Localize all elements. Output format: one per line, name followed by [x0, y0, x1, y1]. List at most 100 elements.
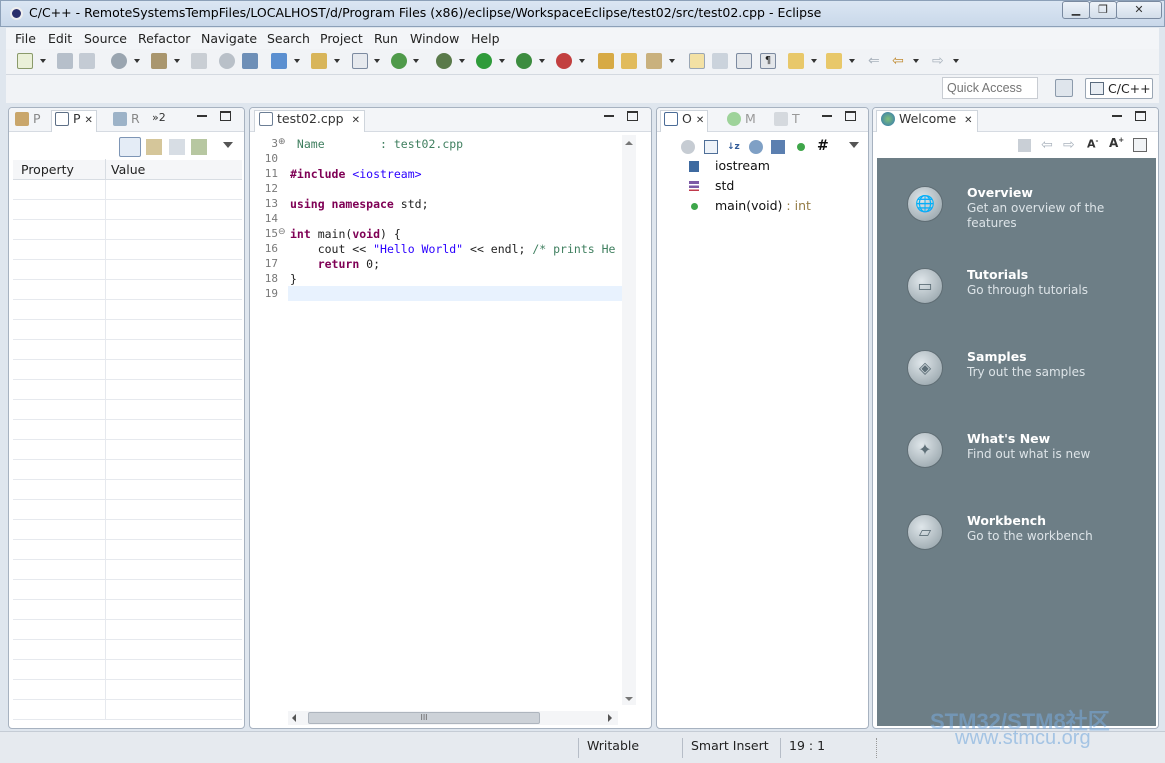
scroll-left-icon[interactable]: [292, 714, 296, 722]
minimize-button[interactable]: ▁: [1062, 1, 1090, 19]
welcome-link[interactable]: 🌐 Overview Get an overview of the features: [907, 185, 1147, 236]
fold-toggle-icon[interactable]: ⊕: [278, 137, 286, 147]
run-config-icon[interactable]: [516, 53, 532, 69]
link-editor-icon[interactable]: [681, 140, 695, 154]
pencil-icon[interactable]: [646, 53, 662, 69]
close-outline-tab-icon[interactable]: ✕: [696, 115, 704, 126]
outline-item[interactable]: std: [689, 178, 734, 193]
tab-welcome[interactable]: Welcome ✕: [876, 110, 978, 132]
pin-icon[interactable]: [191, 139, 207, 155]
new-folder-icon[interactable]: [311, 53, 327, 69]
search-tool-icon[interactable]: [242, 53, 258, 69]
close-editor-tab-icon[interactable]: ✕: [352, 115, 360, 126]
tab-properties[interactable]: P ✕: [51, 110, 97, 132]
hand-icon[interactable]: [219, 53, 235, 69]
hide-macros-icon[interactable]: #: [817, 139, 831, 153]
back-icon[interactable]: ⇦: [892, 53, 908, 69]
external-tools-icon[interactable]: [556, 53, 572, 69]
collapse-all-icon[interactable]: [704, 140, 718, 154]
toggle-mark-icon[interactable]: [689, 53, 705, 69]
maximize-icon[interactable]: [1135, 111, 1146, 121]
restore-button[interactable]: ❐: [1089, 1, 1117, 19]
last-edit-icon[interactable]: ⇐: [868, 53, 884, 69]
menu-navigate[interactable]: Navigate: [201, 31, 257, 46]
forward-icon[interactable]: ⇨: [1063, 137, 1075, 153]
scroll-up-icon[interactable]: [625, 141, 633, 145]
scroll-down-icon[interactable]: [625, 697, 633, 701]
maximize-icon[interactable]: [845, 111, 856, 121]
maximize-icon[interactable]: [220, 111, 231, 121]
tab-project-explorer[interactable]: P: [15, 111, 41, 126]
back-icon[interactable]: ⇦: [1041, 137, 1053, 153]
quick-access-input[interactable]: [942, 77, 1038, 99]
scroll-right-icon[interactable]: [608, 714, 612, 722]
menu-search[interactable]: Search: [267, 31, 310, 46]
code-editor[interactable]: 3 ⊕ Name : test02.cpp 10 11 #include <iostre…: [250, 135, 622, 705]
minimize-icon[interactable]: [1112, 115, 1122, 117]
sort-icon[interactable]: ↓z: [727, 140, 741, 154]
close-window-button[interactable]: ✕: [1116, 1, 1162, 19]
menu-project[interactable]: Project: [320, 31, 363, 46]
save-all-icon[interactable]: [79, 53, 95, 69]
close-properties-tab-icon[interactable]: ✕: [85, 115, 93, 126]
tab-remote-systems[interactable]: R: [113, 111, 140, 126]
open-folder-icon[interactable]: [598, 53, 614, 69]
new-cpp-project-icon[interactable]: [271, 53, 287, 69]
maximize-icon[interactable]: [627, 111, 638, 121]
save-icon[interactable]: [57, 53, 73, 69]
welcome-link[interactable]: ✦ What's New Find out what is new: [907, 431, 1147, 482]
view-menu-icon[interactable]: [223, 142, 233, 148]
tab-outline[interactable]: O ✕: [660, 110, 709, 132]
menu-window[interactable]: Window: [410, 31, 459, 46]
hide-non-public-icon[interactable]: [797, 143, 805, 151]
build-icon[interactable]: [111, 53, 127, 69]
value-column-header[interactable]: Value: [111, 162, 145, 177]
open-type-icon[interactable]: [621, 53, 637, 69]
cpp-perspective-button[interactable]: C/C++: [1085, 78, 1153, 99]
filter-icon[interactable]: [169, 139, 185, 155]
menu-help[interactable]: Help: [471, 31, 500, 46]
close-welcome-tab-icon[interactable]: ✕: [964, 115, 972, 126]
minimize-icon[interactable]: [822, 115, 832, 117]
tab-make-targets[interactable]: M: [727, 111, 756, 126]
outline-item[interactable]: main(void) : int: [689, 198, 811, 213]
tab-overflow[interactable]: »2: [152, 111, 166, 124]
vertical-scrollbar[interactable]: [622, 135, 636, 705]
new-class-icon[interactable]: [391, 53, 407, 69]
property-column-header[interactable]: Property: [21, 162, 74, 177]
scroll-thumb[interactable]: III: [308, 712, 540, 724]
hide-fields-icon[interactable]: [749, 140, 763, 154]
next-annotation-icon[interactable]: [788, 53, 804, 69]
menu-refactor[interactable]: Refactor: [138, 31, 190, 46]
welcome-link[interactable]: ◈ Samples Try out the samples: [907, 349, 1147, 400]
prev-annotation-icon[interactable]: [826, 53, 842, 69]
menu-file[interactable]: File: [15, 31, 36, 46]
hide-static-icon[interactable]: [771, 140, 785, 154]
advanced-icon[interactable]: [146, 139, 162, 155]
tab-tasks[interactable]: T: [774, 111, 800, 126]
reduce-font-icon[interactable]: A-: [1087, 137, 1098, 151]
menu-source[interactable]: Source: [84, 31, 127, 46]
increase-font-icon[interactable]: A+: [1109, 136, 1124, 150]
welcome-link[interactable]: ▭ Tutorials Go through tutorials: [907, 267, 1147, 318]
tab-test02-cpp[interactable]: test02.cpp ✕: [254, 110, 365, 132]
view-menu-icon[interactable]: [849, 142, 859, 148]
new-icon[interactable]: [17, 53, 33, 69]
minimize-icon[interactable]: [604, 115, 614, 117]
fold-toggle-icon[interactable]: ⊖: [278, 227, 286, 237]
binary-icon[interactable]: [191, 53, 207, 69]
new-source-file-icon[interactable]: [352, 53, 368, 69]
home-icon[interactable]: [1018, 139, 1031, 152]
menu-edit[interactable]: Edit: [48, 31, 72, 46]
categories-icon[interactable]: [119, 137, 141, 157]
menu-run[interactable]: Run: [374, 31, 398, 46]
debug-icon[interactable]: [436, 53, 452, 69]
open-perspective-icon[interactable]: [1055, 79, 1073, 97]
forward-icon[interactable]: ⇨: [932, 53, 948, 69]
customize-page-icon[interactable]: [1133, 138, 1147, 152]
show-whitespace-icon[interactable]: ¶: [760, 53, 776, 69]
horizontal-scrollbar[interactable]: III: [288, 711, 618, 725]
minimize-icon[interactable]: [197, 115, 207, 117]
block-select-icon[interactable]: [736, 53, 752, 69]
hammer-icon[interactable]: [151, 53, 167, 69]
